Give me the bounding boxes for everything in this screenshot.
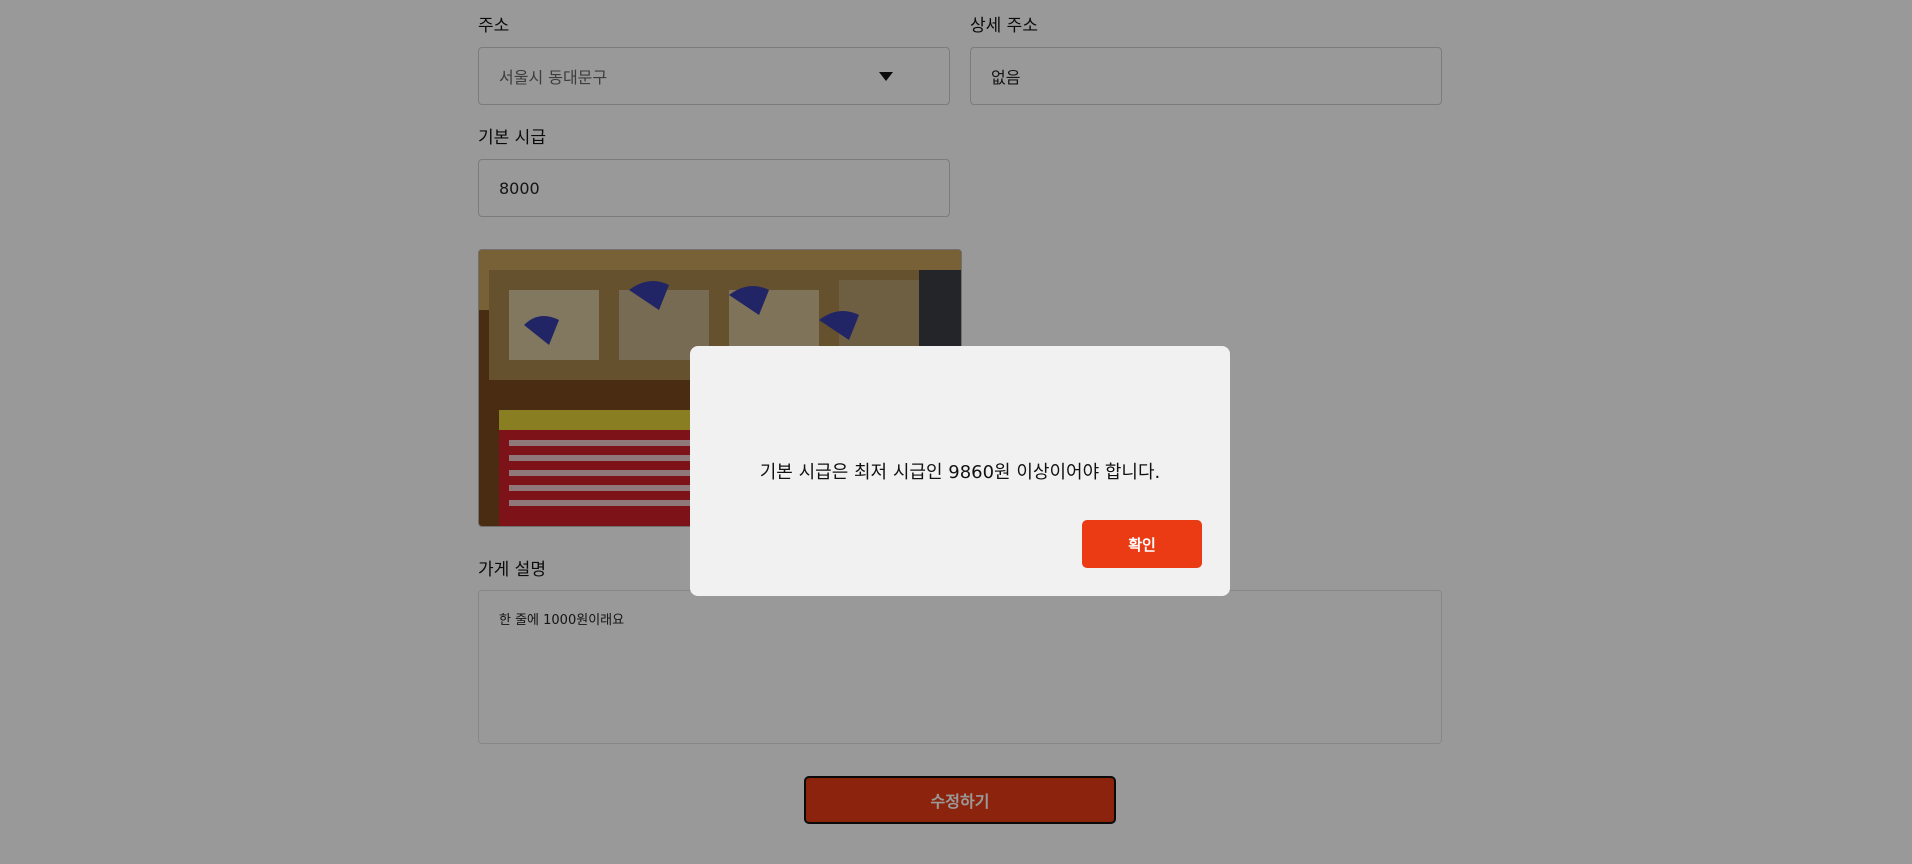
store-edit-page: 주소 서울시 동대문구 상세 주소 없음 기본 시급 8000 가게 설명 한 … (0, 0, 1912, 864)
confirm-button[interactable]: 확인 (1082, 520, 1202, 568)
alert-dialog: 기본 시급은 최저 시급인 9860원 이상이어야 합니다. 확인 (690, 346, 1230, 596)
alert-message: 기본 시급은 최저 시급인 9860원 이상이어야 합니다. (759, 462, 1161, 483)
